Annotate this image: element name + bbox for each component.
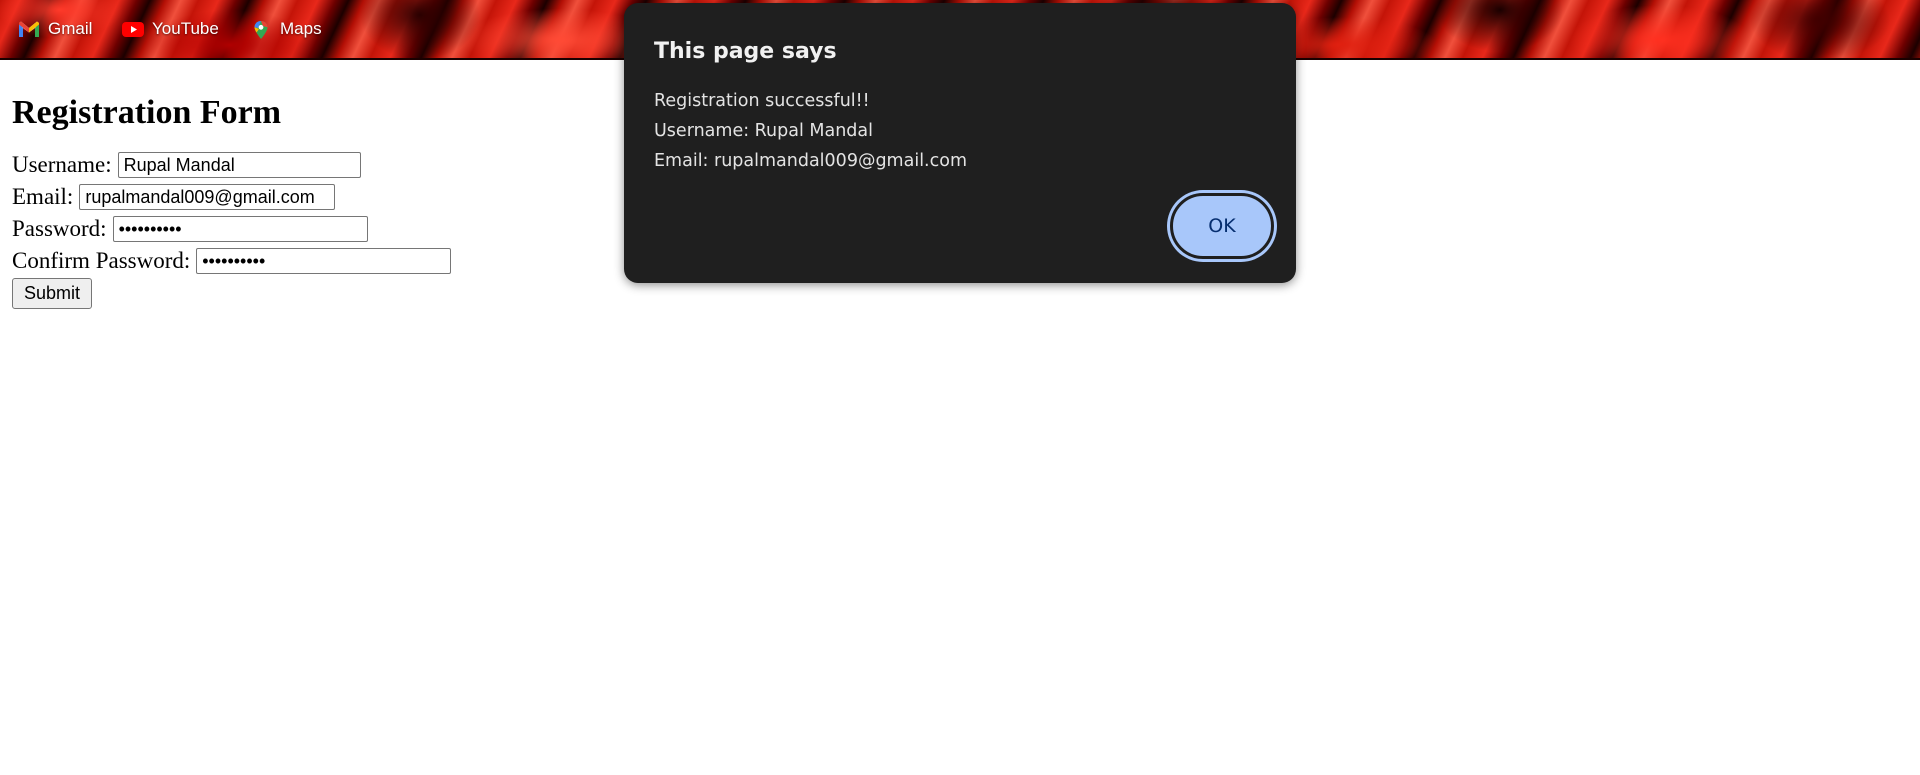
confirm-password-input[interactable] bbox=[196, 248, 452, 274]
dialog-title: This page says bbox=[654, 39, 837, 64]
bookmark-maps[interactable]: Maps bbox=[250, 0, 322, 58]
username-input[interactable] bbox=[117, 152, 361, 178]
youtube-icon bbox=[122, 20, 144, 38]
username-label: Username: bbox=[12, 152, 112, 177]
dialog-message-line: Username: Rupal Mandal bbox=[654, 121, 873, 141]
dialog-message-line: Registration successful!! bbox=[654, 91, 870, 111]
password-input[interactable] bbox=[112, 216, 368, 242]
username-row: Username: bbox=[12, 149, 451, 181]
bookmark-gmail[interactable]: Gmail bbox=[18, 0, 92, 58]
gmail-icon bbox=[18, 20, 40, 38]
submit-button[interactable]: Submit bbox=[12, 278, 93, 309]
bookmark-label: YouTube bbox=[152, 19, 219, 38]
page-title: Registration Form bbox=[12, 94, 282, 131]
dialog-message: Registration successful!! Username: Rupa… bbox=[654, 86, 967, 176]
alert-dialog: This page says Registration successful!!… bbox=[624, 3, 1296, 283]
bookmark-label: Maps bbox=[280, 19, 322, 38]
confirm-password-label: Confirm Password: bbox=[12, 248, 191, 273]
email-row: Email: bbox=[12, 181, 451, 213]
confirm-password-row: Confirm Password: bbox=[12, 245, 452, 277]
password-label: Password: bbox=[12, 216, 107, 241]
submit-row: Submit bbox=[12, 277, 451, 309]
email-input[interactable] bbox=[79, 184, 336, 210]
password-row: Password: bbox=[12, 213, 451, 245]
ok-button[interactable]: OK bbox=[1170, 193, 1274, 259]
bookmark-youtube[interactable]: YouTube bbox=[122, 0, 219, 58]
maps-icon bbox=[250, 20, 272, 39]
page-content: Registration Form Username: Email: Passw… bbox=[12, 60, 452, 309]
dialog-message-line: Email: rupalmandal009@gmail.com bbox=[654, 151, 967, 171]
bookmark-label: Gmail bbox=[48, 19, 93, 38]
registration-form: Username: Email: Password: Confirm Passw… bbox=[12, 149, 452, 309]
email-label: Email: bbox=[12, 184, 74, 209]
